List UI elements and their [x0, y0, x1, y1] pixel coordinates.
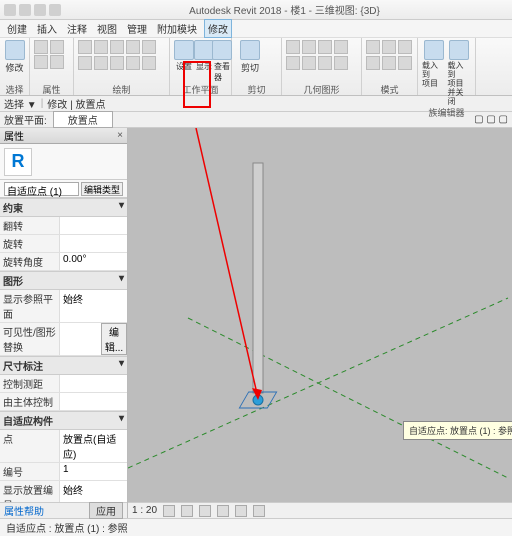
- load2-button[interactable]: 载入到项目并关闭: [448, 40, 472, 106]
- prop-row[interactable]: 可见性/图形替换编辑...: [0, 323, 127, 356]
- vc-icon[interactable]: [181, 505, 193, 517]
- props-icon[interactable]: [34, 40, 48, 54]
- section-尺寸标注[interactable]: 尺寸标注▾: [0, 356, 127, 375]
- qat-icon[interactable]: [4, 4, 16, 16]
- tab-附加模块[interactable]: 附加模块: [154, 20, 200, 37]
- 显示-button[interactable]: 显示: [196, 40, 212, 72]
- 3d-viewport[interactable]: 自适应点: 放置点 (1) : 参照 1 : 20: [128, 128, 512, 518]
- instance-selector[interactable]: 自适应点 (1): [4, 182, 79, 196]
- ribbon: 修改 选择 属性 绘制 设置显示查看器 工作平面 剪切 剪切: [0, 38, 512, 96]
- vc-icon[interactable]: [235, 505, 247, 517]
- tab-视图[interactable]: 视图: [94, 20, 120, 37]
- qat-icon[interactable]: [49, 4, 61, 16]
- vc-icon[interactable]: [217, 505, 229, 517]
- status-bar: 自适应点 : 放置点 (1) : 参照: [0, 518, 512, 536]
- prop-row[interactable]: 旋转: [0, 235, 127, 253]
- geom-icon[interactable]: [302, 40, 316, 54]
- tool-icon[interactable]: [126, 56, 140, 70]
- apply-button[interactable]: 应用: [89, 502, 123, 519]
- view-control-bar: 1 : 20: [128, 502, 512, 518]
- mode-icon[interactable]: [366, 40, 380, 54]
- close-icon[interactable]: ×: [117, 130, 123, 141]
- prop-row[interactable]: 点放置点(自适应): [0, 430, 127, 463]
- tool-icon[interactable]: [142, 40, 156, 54]
- mode-icon[interactable]: [398, 40, 412, 54]
- tool-icon[interactable]: [94, 40, 108, 54]
- tool-icon[interactable]: [110, 40, 124, 54]
- prop-row[interactable]: 显示参照平面始终: [0, 290, 127, 323]
- section-自适应构件[interactable]: 自适应构件▾: [0, 411, 127, 430]
- tool-icon[interactable]: [110, 56, 124, 70]
- tab-注释[interactable]: 注释: [64, 20, 90, 37]
- vc-icon[interactable]: [253, 505, 265, 517]
- mode-icon[interactable]: [382, 56, 396, 70]
- 查看器-button[interactable]: 查看器: [214, 40, 230, 83]
- mode-icon[interactable]: [366, 56, 380, 70]
- vc-icon[interactable]: [199, 505, 211, 517]
- geom-icon[interactable]: [334, 40, 348, 54]
- tool-icon[interactable]: [78, 40, 92, 54]
- qat-icon[interactable]: [34, 4, 46, 16]
- geom-icon[interactable]: [318, 56, 332, 70]
- properties-palette: 属性 × R 自适应点 (1) 编辑类型 约束▾翻转旋转旋转角度0.00°图形▾…: [0, 128, 128, 518]
- prop-row[interactable]: 由主体控制: [0, 393, 127, 411]
- family-icon[interactable]: [50, 40, 64, 54]
- vc-icon[interactable]: [163, 505, 175, 517]
- 设置-button[interactable]: 设置: [174, 40, 194, 72]
- tab-修改[interactable]: 修改: [204, 19, 232, 38]
- revit-logo-icon: R: [4, 148, 32, 176]
- cut-tool[interactable]: 剪切: [236, 40, 264, 74]
- prop-row[interactable]: 旋转角度0.00°: [0, 253, 127, 271]
- scale-label[interactable]: 1 : 20: [132, 505, 157, 516]
- geom-icon[interactable]: [286, 40, 300, 54]
- ribbon-tabs: 创建插入注释视图管理附加模块修改: [0, 20, 512, 38]
- element-tooltip: 自适应点: 放置点 (1) : 参照: [403, 421, 512, 440]
- modify-tool[interactable]: 修改: [4, 40, 25, 74]
- quick-access: [4, 4, 61, 16]
- type-icon[interactable]: [34, 55, 48, 69]
- tool-icon[interactable]: [94, 56, 108, 70]
- prop-row[interactable]: 显示放置编号始终: [0, 481, 127, 502]
- edit-type-button[interactable]: 编辑类型: [81, 182, 123, 196]
- tab-创建[interactable]: 创建: [4, 20, 30, 37]
- project-icon[interactable]: [50, 55, 64, 69]
- qat-icon[interactable]: [19, 4, 31, 16]
- section-图形[interactable]: 图形▾: [0, 271, 127, 290]
- section-约束[interactable]: 约束▾: [0, 198, 127, 217]
- tool-icon[interactable]: [78, 56, 92, 70]
- tool-icon[interactable]: [126, 40, 140, 54]
- geom-icon[interactable]: [334, 56, 348, 70]
- title-bar: Autodesk Revit 2018 - 楼1 - 三维视图: {3D}: [0, 0, 512, 20]
- app-title: Autodesk Revit 2018 - 楼1 - 三维视图: {3D}: [61, 2, 508, 17]
- property-grid: 约束▾翻转旋转旋转角度0.00°图形▾显示参照平面始终可见性/图形替换编辑...…: [0, 198, 127, 502]
- tab-管理[interactable]: 管理: [124, 20, 150, 37]
- prop-row[interactable]: 翻转: [0, 217, 127, 235]
- prop-row[interactable]: 编号1: [0, 463, 127, 481]
- mode-icon[interactable]: [382, 40, 396, 54]
- geom-icon[interactable]: [302, 56, 316, 70]
- prop-row[interactable]: 控制测距: [0, 375, 127, 393]
- type-selector[interactable]: R: [0, 144, 127, 180]
- tab-插入[interactable]: 插入: [34, 20, 60, 37]
- geom-icon[interactable]: [286, 56, 300, 70]
- tool-icon[interactable]: [142, 56, 156, 70]
- properties-help-link[interactable]: 属性帮助: [4, 503, 44, 518]
- load1-button[interactable]: 载入到项目: [422, 40, 446, 88]
- geom-icon[interactable]: [318, 40, 332, 54]
- mode-icon[interactable]: [398, 56, 412, 70]
- properties-header: 属性 ×: [0, 128, 127, 144]
- viewport-svg: [128, 128, 512, 500]
